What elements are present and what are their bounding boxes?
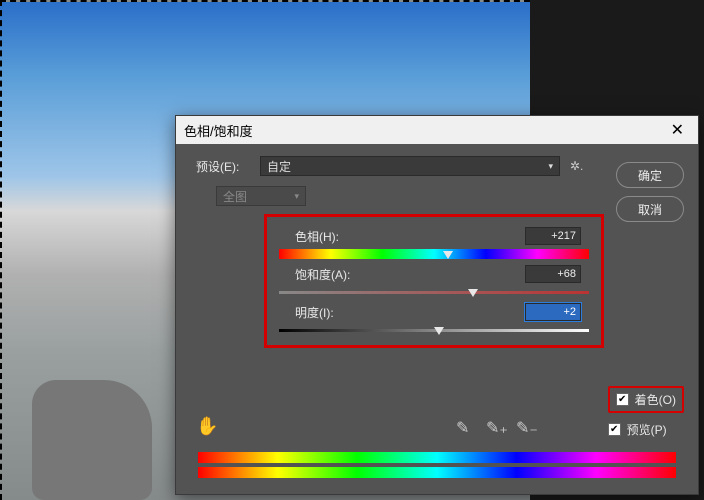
hand-tool-icon[interactable]: ✋: [196, 416, 218, 437]
colorize-label: 着色(O): [635, 391, 676, 408]
hue-input[interactable]: [525, 227, 581, 245]
eyedropper-subtract-icon[interactable]: ✎₋: [516, 418, 534, 436]
sliders-highlight-box: 色相(H): 饱和度(A): 明度(I):: [264, 214, 604, 348]
hue-thumb[interactable]: [443, 251, 453, 259]
spectrum-bottom: [198, 467, 676, 478]
checkbox-icon: ✔: [616, 393, 629, 406]
spectrum-top: [198, 452, 676, 463]
saturation-input[interactable]: [525, 265, 581, 283]
saturation-slider[interactable]: [279, 285, 589, 299]
saturation-track: [279, 291, 589, 294]
chevron-down-icon: ▾: [294, 191, 299, 202]
hue-saturation-dialog: 色相/饱和度 ✕ 预设(E): 自定 ▾ ✲. 确定 取消 全图 ▾ 色相(H)…: [175, 115, 699, 495]
dialog-title: 色相/饱和度: [184, 121, 253, 140]
lightness-thumb[interactable]: [434, 327, 444, 335]
hue-slider[interactable]: [279, 247, 589, 261]
close-icon[interactable]: ✕: [665, 120, 690, 140]
range-value: 全图: [223, 188, 247, 205]
chevron-down-icon: ▾: [548, 161, 553, 172]
preview-label: 预览(P): [627, 421, 667, 438]
range-dropdown[interactable]: 全图 ▾: [216, 186, 306, 206]
ok-button[interactable]: 确定: [616, 162, 684, 188]
saturation-thumb[interactable]: [468, 289, 478, 297]
lightness-input[interactable]: [525, 303, 581, 321]
hue-track: [279, 249, 589, 259]
titlebar[interactable]: 色相/饱和度 ✕: [176, 116, 698, 144]
preset-label: 预设(E):: [196, 158, 254, 175]
saturation-label: 饱和度(A):: [279, 266, 379, 283]
preset-value: 自定: [267, 158, 291, 175]
eyedropper-icon[interactable]: ✎: [456, 418, 474, 436]
lightness-label: 明度(I):: [279, 304, 379, 321]
eyedropper-add-icon[interactable]: ✎₊: [486, 418, 504, 436]
lightness-slider[interactable]: [279, 323, 589, 337]
spectrum-bars: [198, 452, 676, 482]
hue-label: 色相(H):: [279, 228, 379, 245]
cancel-button[interactable]: 取消: [616, 196, 684, 222]
preview-checkbox[interactable]: ✔ 预览(P): [608, 421, 684, 438]
preset-dropdown[interactable]: 自定 ▾: [260, 156, 560, 176]
gear-icon[interactable]: ✲.: [570, 159, 583, 173]
checkbox-icon: ✔: [608, 423, 621, 436]
colorize-checkbox[interactable]: ✔ 着色(O): [608, 386, 684, 413]
